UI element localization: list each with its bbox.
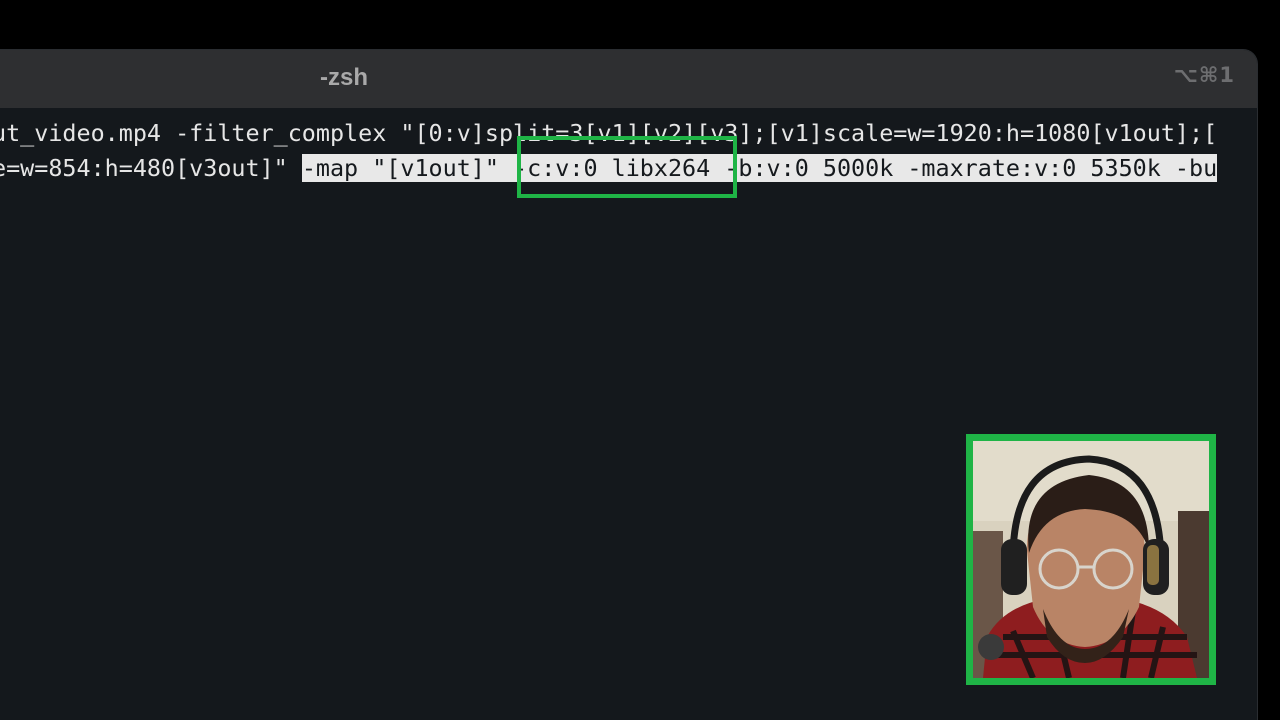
command-line-1: ut_video.mp4 -filter_complex "[0:v]split…	[0, 119, 1218, 147]
command-line-2-plain: e=w=854:h=480[v3out]"	[0, 154, 302, 182]
title-bar[interactable]: -zsh ⌥⌘1	[0, 50, 1257, 109]
command-line-2: e=w=854:h=480[v3out]" -map "[v1out]" -c:…	[0, 150, 1218, 186]
window-shortcut: ⌥⌘1	[1173, 63, 1235, 87]
selected-text[interactable]: -map "[v1out]" -c:v:0 libx264 -b:v:0 500…	[301, 154, 1218, 182]
webcam-overlay	[966, 434, 1216, 685]
window-title: -zsh	[320, 64, 368, 91]
screen: -zsh ⌥⌘1 ut_video.mp4 -filter_complex "[…	[0, 0, 1280, 720]
presenter-webcam-image	[973, 441, 1209, 678]
